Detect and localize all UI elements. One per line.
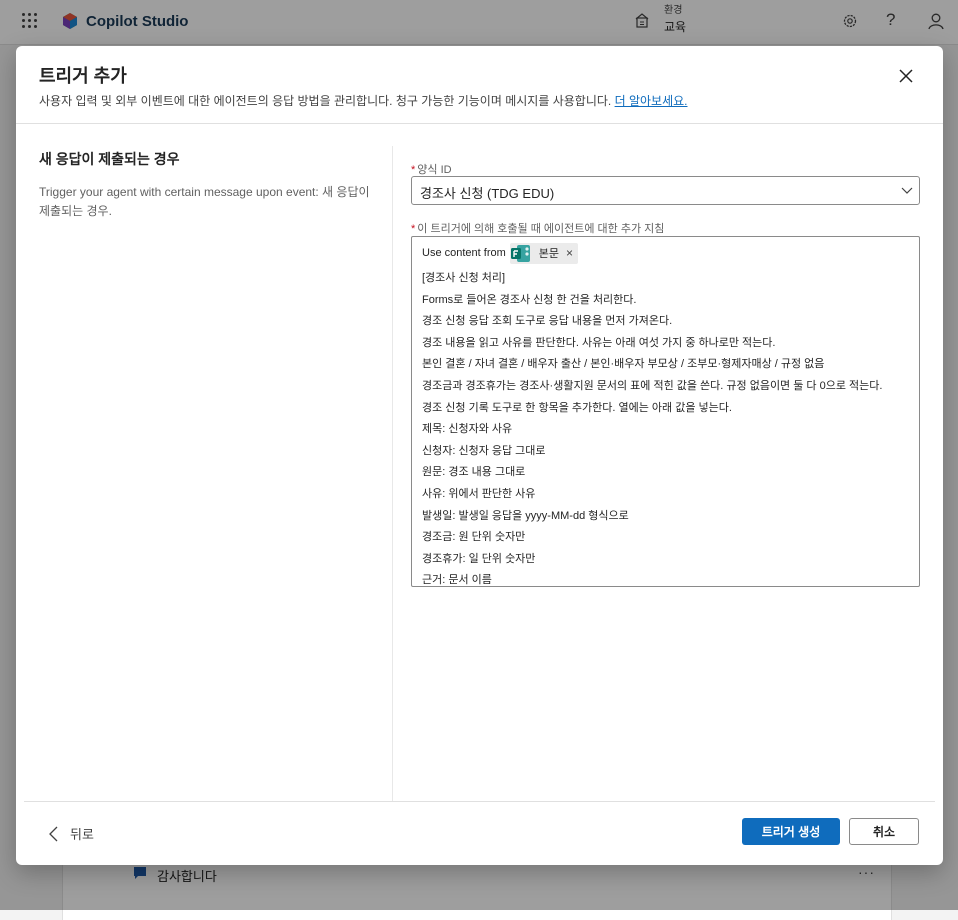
instruction-line: 경조 내용을 읽고 사유를 판단한다. 사유는 아래 여섯 가지 중 하나로만 … <box>422 336 776 349</box>
add-trigger-dialog: 트리거 추가 사용자 입력 및 외부 이벤트에 대한 에이전트의 응답 방법을 … <box>16 46 943 865</box>
dialog-subtitle-text: 사용자 입력 및 외부 이벤트에 대한 에이전트의 응답 방법을 관리합니다. … <box>39 94 612 108</box>
instructions-label: * 이 트리거에 의해 호출될 때 에이전트에 대한 추가 지침 <box>411 220 664 236</box>
learn-more-link[interactable]: 더 알아보세요. <box>615 94 688 108</box>
cancel-button[interactable]: 취소 <box>849 818 919 845</box>
close-icon[interactable] <box>894 64 918 88</box>
instruction-line: 근거: 문서 이름 <box>422 574 492 587</box>
instruction-line: 신청자: 신청자 응답 그대로 <box>422 444 546 457</box>
instruction-line: Forms로 들어온 경조사 신청 한 건을 처리한다. <box>422 293 637 306</box>
form-id-label: * 양식 ID <box>411 161 452 177</box>
body-token[interactable]: 본문 × <box>509 242 579 264</box>
instruction-line: 제목: 신청자와 사유 <box>422 423 513 436</box>
instructions-textarea[interactable]: Use content from 본문 × [경조사 신청 처리] Forms로 … <box>411 236 920 587</box>
header-divider <box>16 123 943 124</box>
required-marker: * <box>411 223 416 235</box>
back-button[interactable]: 뒤로 <box>48 824 94 843</box>
back-label: 뒤로 <box>70 827 94 842</box>
form-id-dropdown[interactable]: 경조사 신청 (TDG EDU) <box>411 176 920 205</box>
dialog-title: 트리거 추가 <box>39 66 127 86</box>
create-trigger-button[interactable]: 트리거 생성 <box>742 818 840 845</box>
required-marker: * <box>411 164 416 176</box>
instruction-line: 본인 결혼 / 자녀 결혼 / 배우자 출산 / 본인·배우자 부모상 / 조부… <box>422 358 825 371</box>
instruction-line: 경조금: 원 단위 숫자만 <box>422 531 526 544</box>
instruction-line: 경조 신청 응답 조회 도구로 응답 내용을 먼저 가져온다. <box>422 315 673 328</box>
body-token-label: 본문 <box>538 248 560 260</box>
footer-divider <box>24 801 935 802</box>
form-id-value: 경조사 신청 (TDG EDU) <box>420 186 555 201</box>
instructions-label-text: 이 트리거에 의해 호출될 때 에이전트에 대한 추가 지침 <box>417 223 665 235</box>
instruction-line: 경조금과 경조휴가는 경조사·생활지원 문서의 표에 적힌 값을 쓴다. 규정 … <box>422 380 883 392</box>
trigger-name: 새 응답이 제출되는 경우 <box>39 151 180 167</box>
chevron-left-icon <box>49 826 58 841</box>
forms-icon <box>510 244 530 262</box>
content-source-prefix: Use content from <box>422 247 506 259</box>
content-source-line: Use content from 본문 × <box>422 242 579 264</box>
remove-token-icon[interactable]: × <box>566 246 573 260</box>
instruction-line: 사유: 위에서 판단한 사유 <box>422 488 536 500</box>
trigger-description: Trigger your agent with certain message … <box>39 185 370 218</box>
instruction-line: 발생일: 발생일 응답을 yyyy-MM-dd 형식으로 <box>422 509 629 522</box>
column-divider <box>392 146 393 801</box>
instruction-line: [경조사 신청 처리] <box>422 272 506 284</box>
instruction-line: 원문: 경조 내용 그대로 <box>422 466 526 479</box>
dialog-subtitle: 사용자 입력 및 외부 이벤트에 대한 에이전트의 응답 방법을 관리합니다. … <box>39 92 688 109</box>
chevron-down-icon <box>901 187 913 194</box>
instruction-line: 경조 신청 기록 도구로 한 항목을 추가한다. 열에는 아래 값을 넣는다. <box>422 401 732 414</box>
instruction-line: 경조휴가: 일 단위 숫자만 <box>422 552 536 565</box>
form-id-label-text: 양식 ID <box>417 164 452 176</box>
